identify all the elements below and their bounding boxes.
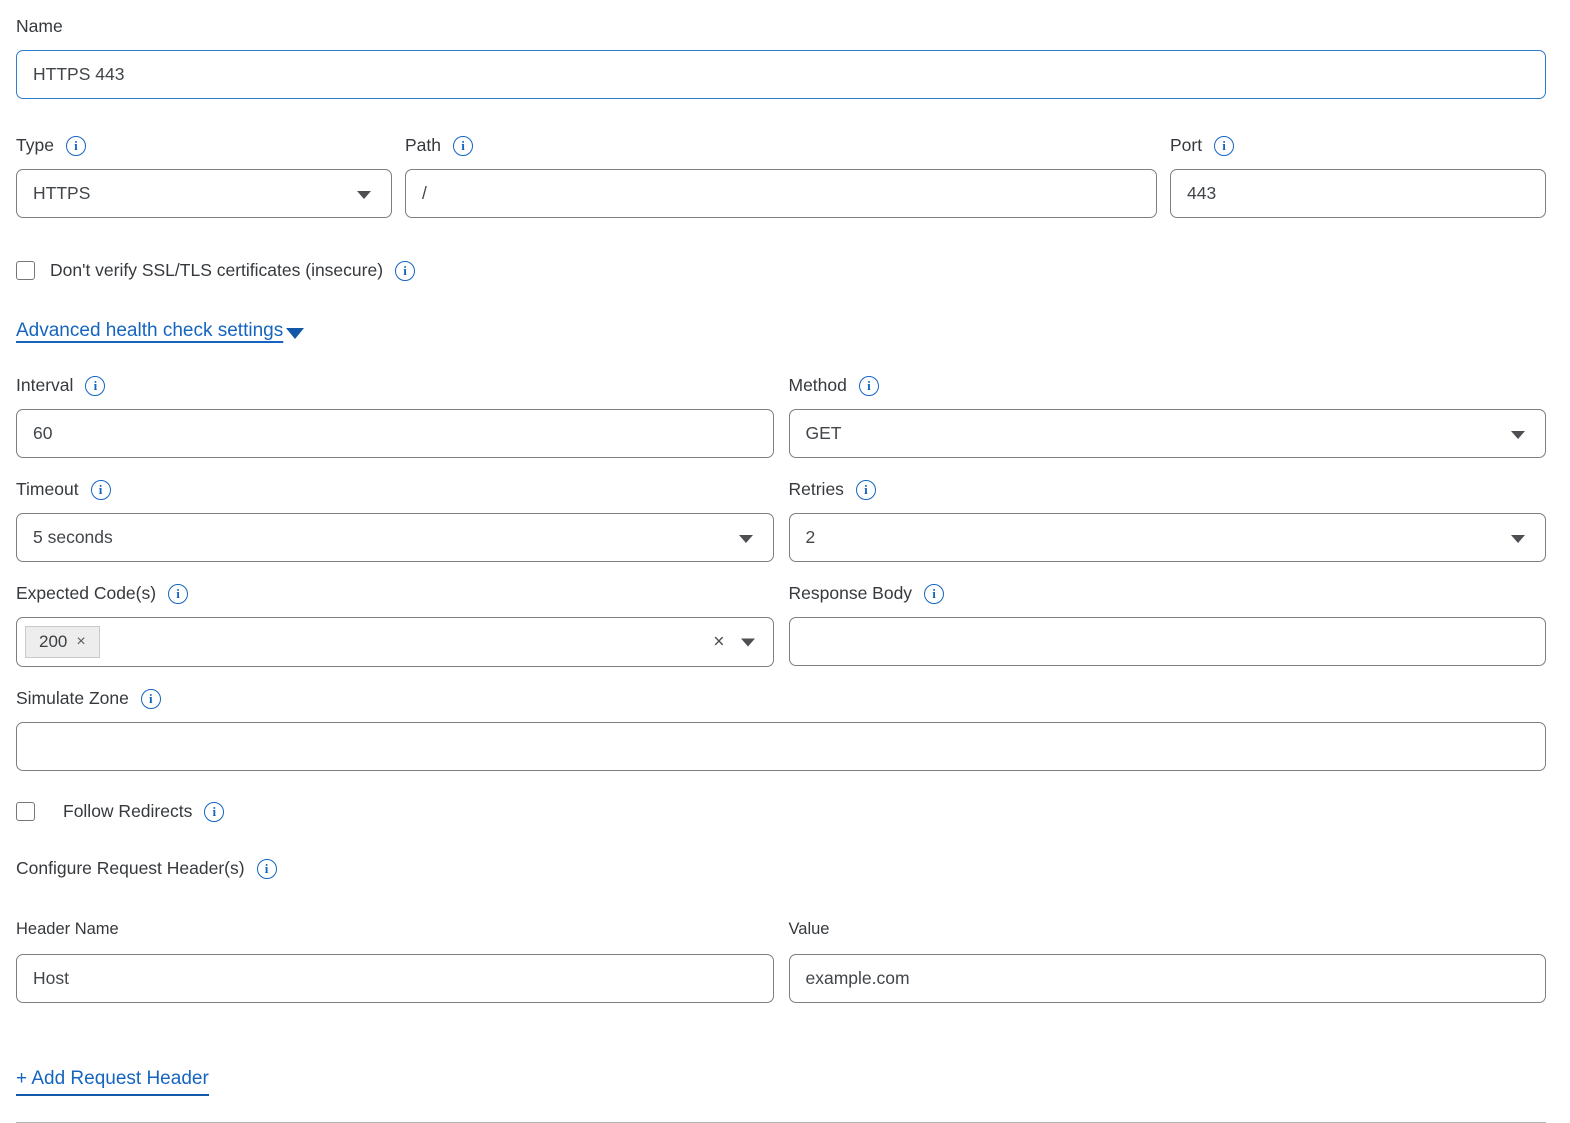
response-body-label: Response Body (789, 583, 913, 604)
chevron-down-icon (1511, 431, 1525, 439)
retries-select[interactable]: 2 (789, 513, 1547, 562)
port-label: Port (1170, 135, 1202, 156)
follow-redirects-checkbox[interactable] (16, 802, 35, 821)
interval-input[interactable] (16, 409, 774, 458)
name-label: Name (16, 16, 63, 37)
triangle-down-icon[interactable] (286, 328, 304, 339)
timeout-select-value: 5 seconds (33, 527, 113, 548)
expected-code-tag-value: 200 (39, 632, 67, 652)
header-name-field: Header Name (16, 892, 774, 1003)
method-field: Method i GET (789, 375, 1547, 458)
header-value-input[interactable] (789, 954, 1547, 1003)
health-check-form: Name Type i HTTPS Path i Port i (0, 0, 1570, 1123)
type-field: Type i HTTPS (16, 135, 392, 218)
ssl-verify-label: Don't verify SSL/TLS certificates (insec… (50, 260, 383, 281)
request-headers-label: Configure Request Header(s) (16, 858, 245, 879)
retries-info-icon[interactable]: i (856, 480, 876, 500)
response-body-info-icon[interactable]: i (924, 584, 944, 604)
expected-code-tag: 200 × (25, 626, 100, 658)
chevron-down-icon (357, 191, 371, 199)
retries-select-value: 2 (806, 527, 816, 548)
method-label: Method (789, 375, 847, 396)
header-value-label: Value (789, 920, 1547, 939)
response-body-input[interactable] (789, 617, 1547, 666)
response-body-field: Response Body i (789, 583, 1547, 667)
chevron-down-icon[interactable] (741, 638, 755, 646)
simulate-zone-field: Simulate Zone i (16, 688, 1546, 771)
interval-field: Interval i (16, 375, 774, 458)
follow-redirects-label: Follow Redirects (63, 801, 192, 822)
port-input[interactable] (1170, 169, 1546, 218)
type-label: Type (16, 135, 54, 156)
simulate-zone-label: Simulate Zone (16, 688, 129, 709)
method-select[interactable]: GET (789, 409, 1547, 458)
chevron-down-icon (1511, 535, 1525, 543)
path-input[interactable] (405, 169, 1157, 218)
advanced-settings-section: Interval i Method i GET Timeout (16, 375, 1546, 1123)
expected-codes-field: Expected Code(s) i 200 × × (16, 583, 774, 667)
port-info-icon[interactable]: i (1214, 136, 1234, 156)
request-headers-section: Configure Request Header(s) i Header Nam… (16, 858, 1546, 1096)
path-label: Path (405, 135, 441, 156)
ssl-verify-checkbox[interactable] (16, 261, 35, 280)
simulate-zone-input[interactable] (16, 722, 1546, 771)
advanced-settings-row: Advanced health check settings (16, 320, 1546, 342)
name-input[interactable] (16, 50, 1546, 99)
timeout-field: Timeout i 5 seconds (16, 479, 774, 562)
clear-all-icon[interactable]: × (713, 633, 724, 652)
type-select[interactable]: HTTPS (16, 169, 392, 218)
header-value-field: Value (789, 892, 1547, 1003)
follow-redirects-info-icon[interactable]: i (204, 802, 224, 822)
timeout-select[interactable]: 5 seconds (16, 513, 774, 562)
chevron-down-icon (739, 535, 753, 543)
path-field: Path i (405, 135, 1157, 218)
header-row: Header Name Value (16, 892, 1546, 1024)
port-field: Port i (1170, 135, 1546, 218)
request-headers-info-icon[interactable]: i (257, 859, 277, 879)
ssl-verify-row: Don't verify SSL/TLS certificates (insec… (16, 260, 1546, 281)
tag-remove-icon[interactable]: × (76, 633, 85, 651)
method-select-value: GET (806, 423, 842, 444)
expected-codes-info-icon[interactable]: i (168, 584, 188, 604)
type-info-icon[interactable]: i (66, 136, 86, 156)
header-name-input[interactable] (16, 954, 774, 1003)
retries-label: Retries (789, 479, 844, 500)
method-info-icon[interactable]: i (859, 376, 879, 396)
advanced-settings-link[interactable]: Advanced health check settings (16, 320, 283, 342)
ssl-verify-info-icon[interactable]: i (395, 261, 415, 281)
header-name-label: Header Name (16, 920, 774, 939)
follow-redirects-row: Follow Redirects i (16, 801, 1546, 822)
path-info-icon[interactable]: i (453, 136, 473, 156)
timeout-info-icon[interactable]: i (91, 480, 111, 500)
add-request-header-link[interactable]: + Add Request Header (16, 1068, 209, 1096)
expected-codes-label: Expected Code(s) (16, 583, 156, 604)
type-path-port-row: Type i HTTPS Path i Port i (16, 135, 1546, 218)
expected-codes-multiselect[interactable]: 200 × × (16, 617, 774, 667)
interval-info-icon[interactable]: i (85, 376, 105, 396)
timeout-label: Timeout (16, 479, 79, 500)
interval-label: Interval (16, 375, 73, 396)
type-select-value: HTTPS (33, 183, 90, 204)
name-label-row: Name (16, 16, 1546, 37)
retries-field: Retries i 2 (789, 479, 1547, 562)
simulate-zone-info-icon[interactable]: i (141, 689, 161, 709)
